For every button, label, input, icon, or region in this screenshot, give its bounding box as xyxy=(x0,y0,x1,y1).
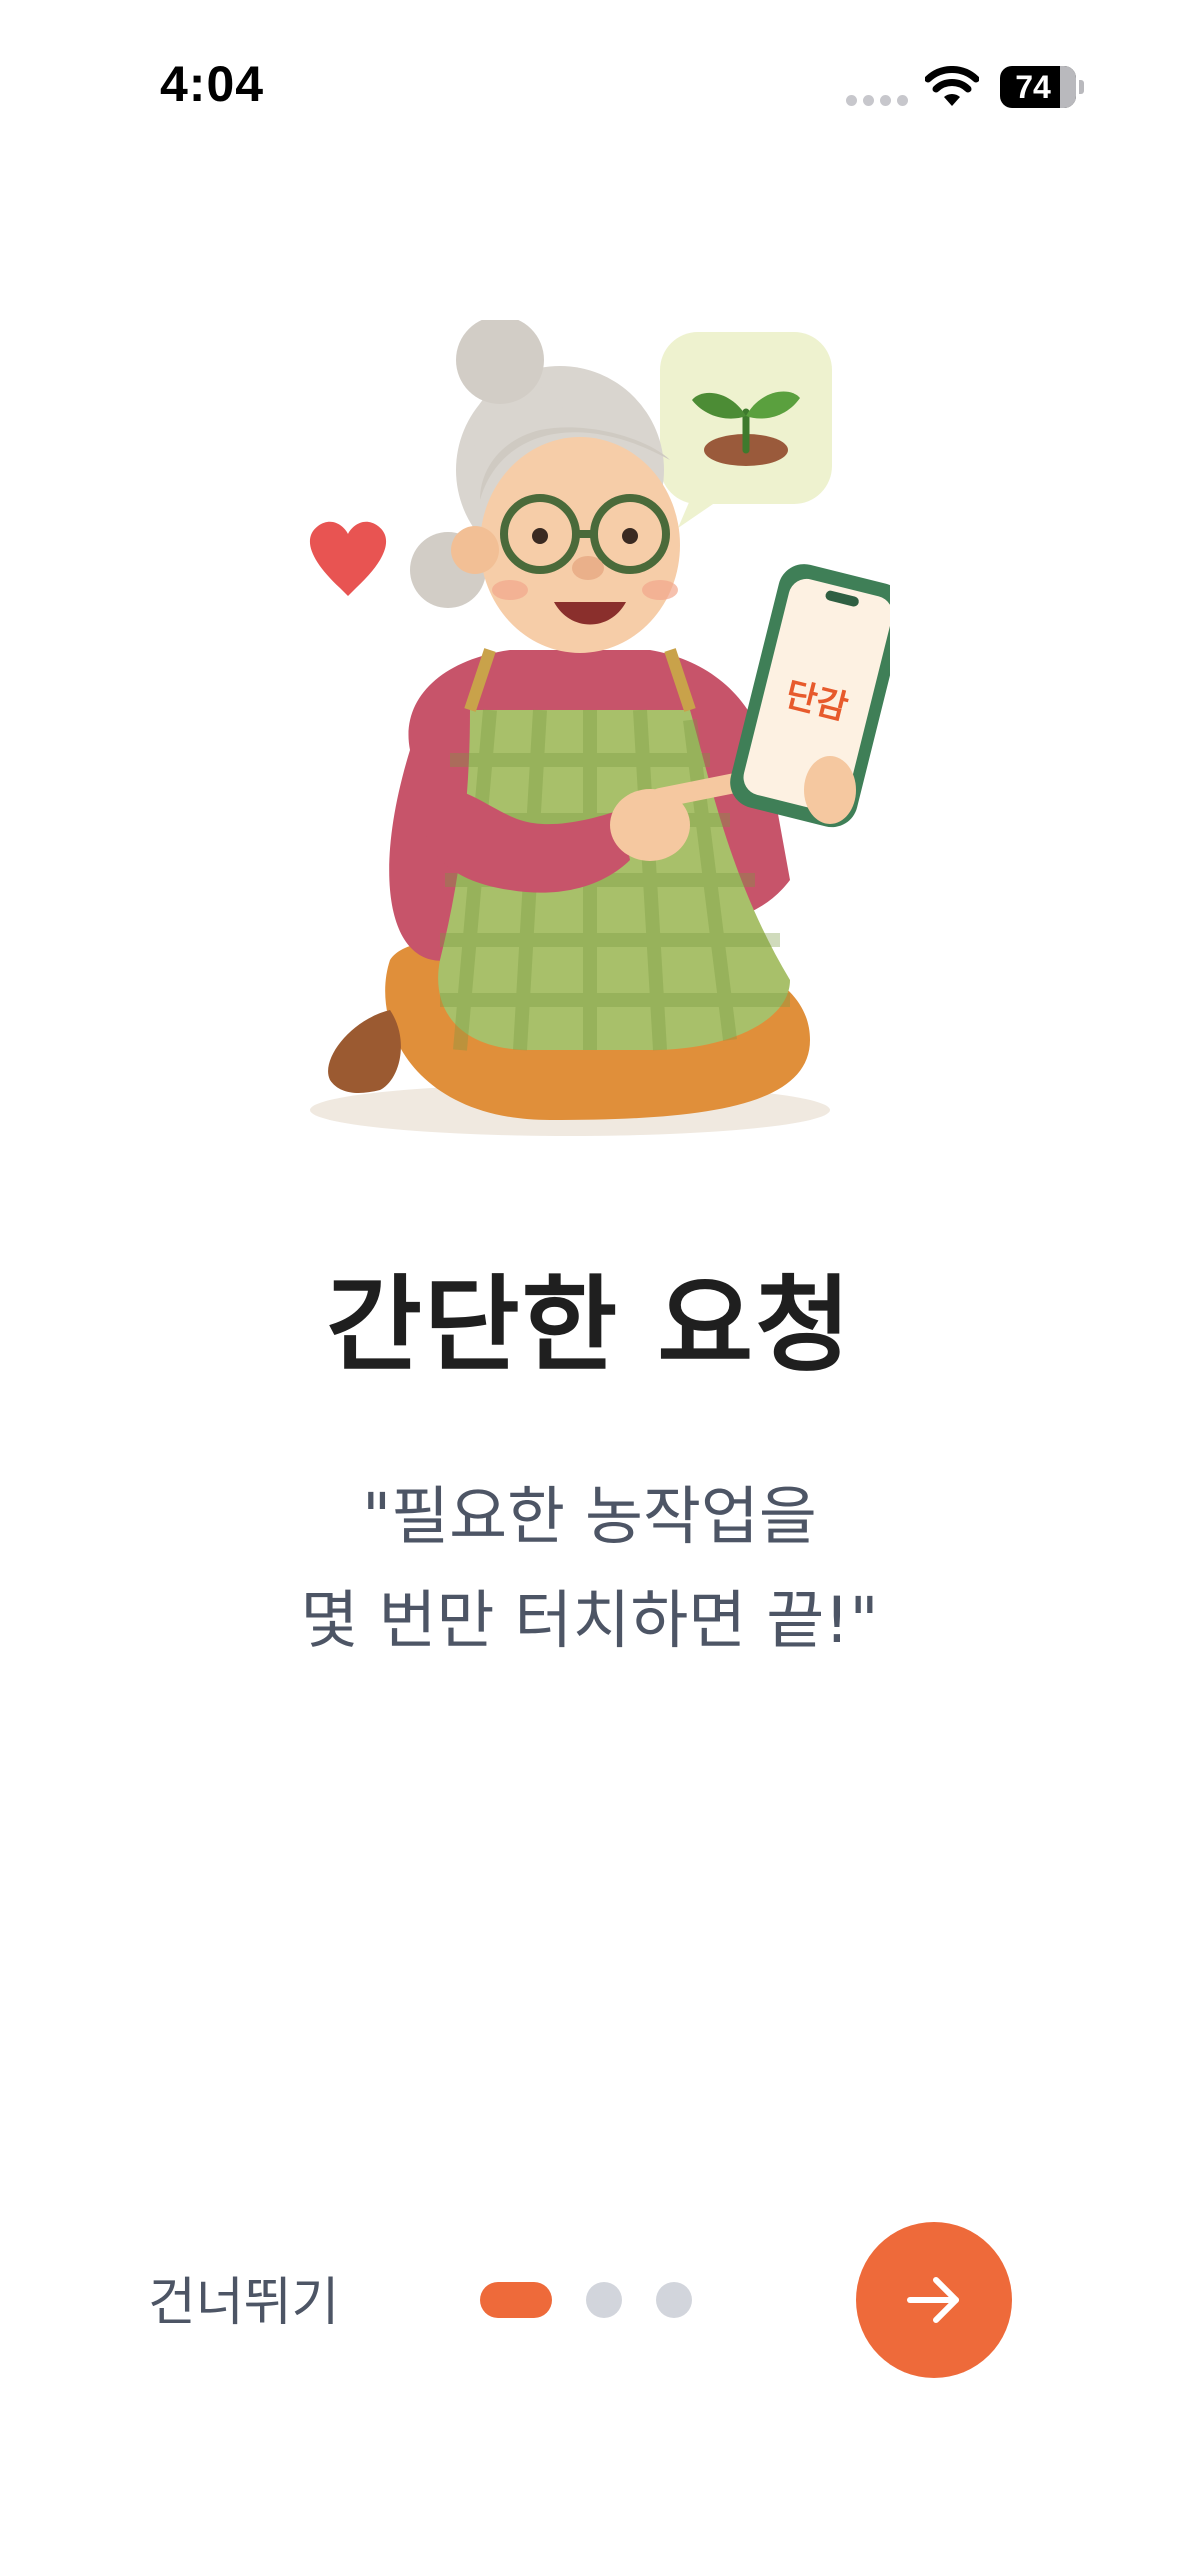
sprout-speech-bubble-icon xyxy=(660,332,832,528)
page-dot xyxy=(586,2282,622,2318)
status-bar: 4:04 74 xyxy=(0,0,1179,170)
description-line-1: "필요한 농작업을 xyxy=(362,1480,817,1553)
onboarding-description: "필요한 농작업을 몇 번만 터치하면 끝!" xyxy=(0,1465,1179,1673)
next-button[interactable] xyxy=(856,2222,1012,2378)
wifi-icon xyxy=(925,66,979,106)
onboarding-screen: 4:04 74 단감 간단한 요청 "필요한 농작업을 몇 번만 터치하면 끝!… xyxy=(0,0,1179,2556)
arrow-right-icon xyxy=(907,2277,959,2323)
description-line-2: 몇 번만 터치하면 끝!" xyxy=(300,1584,879,1657)
onboarding-title: 간단한 요청 xyxy=(326,1264,853,1386)
heart-icon xyxy=(309,521,387,596)
cellular-dots-icon xyxy=(846,95,908,107)
grandmother-with-phone-illustration: 단감 xyxy=(290,320,890,1150)
page-dot-active xyxy=(480,2282,552,2318)
page-dot xyxy=(656,2282,692,2318)
skip-button[interactable]: 건너뛰기 xyxy=(148,2260,339,2335)
battery-icon: 74 xyxy=(1000,66,1084,108)
battery-level: 74 xyxy=(1015,69,1051,105)
status-time: 4:04 xyxy=(160,56,265,112)
page-indicator xyxy=(480,2282,700,2322)
